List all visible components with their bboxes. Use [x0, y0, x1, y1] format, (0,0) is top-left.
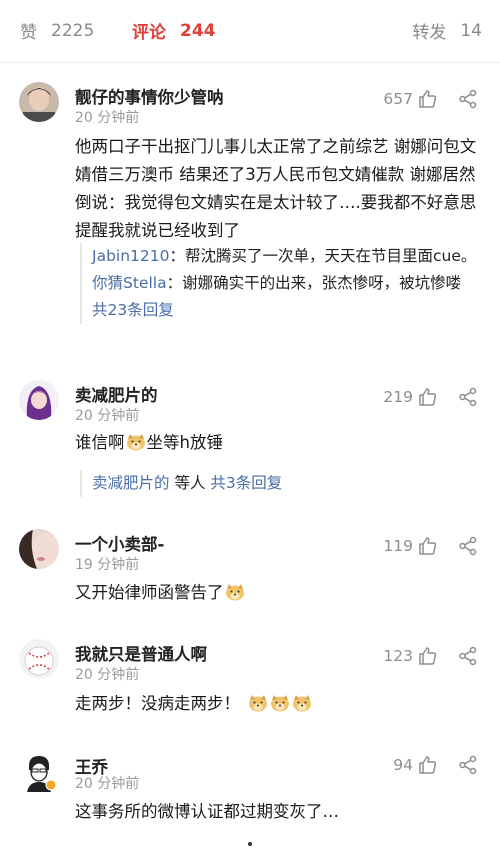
more-replies-link[interactable]: 共3条回复	[210, 474, 282, 492]
like-button[interactable]: 94	[393, 755, 438, 775]
reply-text: 帮沈腾买了一次单，天天在节目里面cue。	[185, 247, 477, 265]
reply-text: 谢娜确实干的出来，张杰惨呀，被坑惨喽	[182, 274, 462, 292]
like-count: 123	[383, 647, 413, 665]
comment-text: 走两步！没病走两步！	[75, 690, 480, 718]
comments-count: 244	[180, 20, 216, 41]
divider	[0, 62, 500, 63]
timestamp: 20 分钟前	[75, 408, 140, 424]
timestamp: 20 分钟前	[75, 110, 140, 126]
reply-thread[interactable]: Jabin1210：帮沈腾买了一次单，天天在节目里面cue。 你猜Stella：…	[80, 243, 480, 324]
avatar[interactable]	[19, 529, 59, 569]
thumbs-up-icon	[419, 90, 437, 108]
avatar[interactable]	[19, 639, 59, 679]
timestamp: 20 分钟前	[75, 776, 140, 792]
comment-item: 卖减肥片的 20 分钟前 219 谁信啊 坐等h放锤 卖减肥片的 等人 共3条回复	[0, 378, 500, 508]
doge-emoji-icon	[225, 584, 244, 601]
comment-text-part: 谁信啊	[75, 433, 125, 452]
avatar[interactable]	[19, 380, 59, 420]
avatar-image	[19, 752, 59, 792]
comment-item: 我就只是普通人啊 20 分钟前 123 走两步！没病走两步！	[0, 637, 500, 732]
thumbs-up-icon	[419, 647, 437, 665]
username[interactable]: 卖减肥片的	[75, 382, 158, 406]
reply-author[interactable]: 你猜Stella	[92, 274, 167, 292]
doge-emoji-icon	[293, 695, 311, 712]
comments-tab[interactable]: 评论 244	[132, 18, 216, 44]
share-icon[interactable]	[458, 387, 478, 407]
timestamp: 20 分钟前	[75, 667, 140, 683]
username[interactable]: 一个小卖部-	[75, 531, 164, 555]
comment-text-part: 走两步！没病走两步！	[75, 694, 240, 713]
like-button[interactable]: 219	[383, 387, 438, 407]
doge-emoji-icon	[126, 434, 145, 451]
thumbs-up-icon	[419, 388, 437, 406]
comment-item: 靓仔的事情你少管呐 20 分钟前 657 他两口子干出抠门儿事儿太正常了之前综艺…	[0, 80, 500, 360]
like-button[interactable]: 123	[383, 646, 438, 666]
likes-count: 2225	[51, 20, 95, 41]
username[interactable]: 我就只是普通人啊	[75, 641, 207, 665]
share-icon[interactable]	[458, 646, 478, 666]
reply-sep: ：	[166, 274, 183, 292]
username[interactable]: 靓仔的事情你少管呐	[75, 84, 224, 108]
reposts-count: 14	[460, 20, 482, 41]
thumbs-up-icon	[419, 756, 437, 774]
likes-label: 赞	[20, 23, 37, 43]
comment-item: 王乔 20 分钟前 94 这事务所的微博认证都过期变灰了…	[0, 750, 500, 840]
timestamp: 19 分钟前	[75, 557, 140, 573]
thumbs-up-icon	[419, 537, 437, 555]
doge-emoji-icon	[249, 695, 267, 712]
comment-item: 一个小卖部- 19 分钟前 119 又开始律师函警告了	[0, 527, 500, 617]
comment-text-part: 坐等h放锤	[146, 433, 223, 452]
comment-text-part: 又开始律师函警告了	[75, 583, 224, 602]
reply-author[interactable]: 卖减肥片的	[92, 474, 170, 492]
reply-mid: 等人	[169, 474, 211, 492]
reply-item[interactable]: 你猜Stella：谢娜确实干的出来，张杰惨呀，被坑惨喽	[92, 270, 480, 297]
reply-sep: ：	[169, 247, 186, 265]
reposts-label: 转发	[412, 23, 447, 43]
scroll-indicator	[248, 842, 252, 846]
reply-author[interactable]: Jabin1210	[92, 247, 170, 265]
like-button[interactable]: 119	[383, 536, 438, 556]
share-icon[interactable]	[458, 536, 478, 556]
reposts-tab[interactable]: 转发 14	[412, 18, 482, 44]
likes-tab[interactable]: 赞 2225	[20, 18, 95, 44]
avatar[interactable]	[19, 82, 59, 122]
like-count: 119	[383, 537, 413, 555]
more-replies-link[interactable]: 共23条回复	[92, 297, 480, 324]
stats-bar: 赞 2225 评论 244 转发 14	[0, 0, 500, 62]
avatar[interactable]	[19, 752, 59, 792]
reply-thread[interactable]: 卖减肥片的 等人 共3条回复	[80, 470, 480, 497]
like-count: 219	[383, 388, 413, 406]
comment-text: 他两口子干出抠门儿事儿太正常了之前综艺 谢娜问包文婧借三万澳币 结果还了3万人民…	[75, 137, 477, 240]
comment-text: 这事务所的微博认证都过期变灰了…	[75, 802, 339, 821]
like-count: 657	[383, 90, 413, 108]
share-icon[interactable]	[458, 755, 478, 775]
reply-item[interactable]: Jabin1210：帮沈腾买了一次单，天天在节目里面cue。	[92, 243, 480, 270]
comment-text: 又开始律师函警告了	[75, 579, 480, 607]
comment-text: 谁信啊 坐等h放锤	[75, 429, 480, 457]
like-button[interactable]: 657	[383, 89, 438, 109]
share-icon[interactable]	[458, 89, 478, 109]
comments-label: 评论	[132, 23, 166, 43]
doge-emoji-icon	[271, 695, 289, 712]
like-count: 94	[393, 756, 413, 774]
